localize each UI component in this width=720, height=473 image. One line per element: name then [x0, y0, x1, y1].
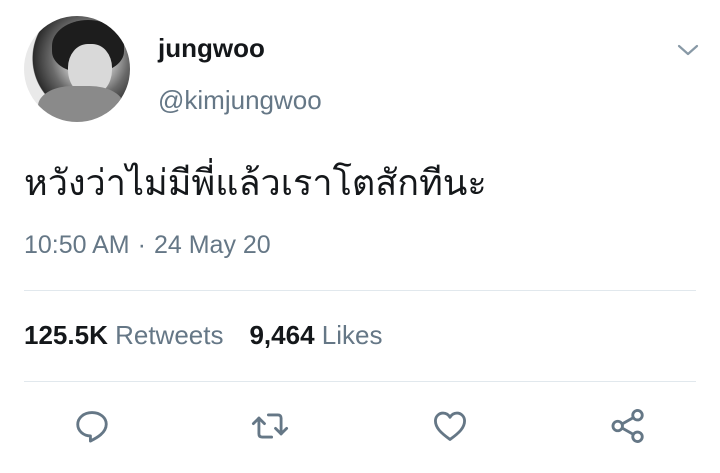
tweet-date: 24 May 20	[153, 231, 271, 259]
tweet-header: jungwoo @kimjungwoo	[24, 16, 704, 128]
chevron-down-icon[interactable]	[676, 38, 700, 62]
divider	[24, 290, 696, 291]
retweet-button[interactable]	[250, 408, 290, 448]
tweet-actions	[0, 400, 720, 456]
reply-button[interactable]	[72, 408, 112, 448]
avatar[interactable]	[24, 16, 130, 122]
retweets-stat[interactable]: 125.5K Retweets	[24, 320, 223, 350]
like-button[interactable]	[430, 408, 470, 448]
user-names: jungwoo @kimjungwoo	[158, 32, 322, 116]
likes-count: 9,464	[249, 320, 315, 350]
tweet-text: หวังว่าไม่มีพี่แล้วเราโตสักทีนะ	[24, 163, 487, 204]
likes-label: Likes	[321, 320, 383, 350]
retweets-count: 125.5K	[24, 320, 108, 350]
tweet-timestamp[interactable]: 10:50 AM · 24 May 20	[24, 228, 271, 262]
meta-separator: ·	[137, 231, 146, 259]
display-name[interactable]: jungwoo	[158, 32, 322, 64]
user-handle[interactable]: @kimjungwoo	[158, 84, 322, 116]
tweet-stats: 125.5K Retweets 9,464 Likes	[24, 318, 408, 352]
heart-icon	[431, 407, 469, 450]
divider	[24, 381, 696, 382]
avatar-shoulder	[38, 86, 124, 122]
likes-stat[interactable]: 9,464 Likes	[249, 320, 382, 350]
tweet-time: 10:50 AM	[24, 231, 130, 259]
reply-icon	[73, 407, 111, 450]
share-button[interactable]	[608, 408, 648, 448]
retweets-label: Retweets	[115, 320, 224, 350]
share-icon	[609, 407, 647, 450]
retweet-icon	[251, 407, 289, 450]
